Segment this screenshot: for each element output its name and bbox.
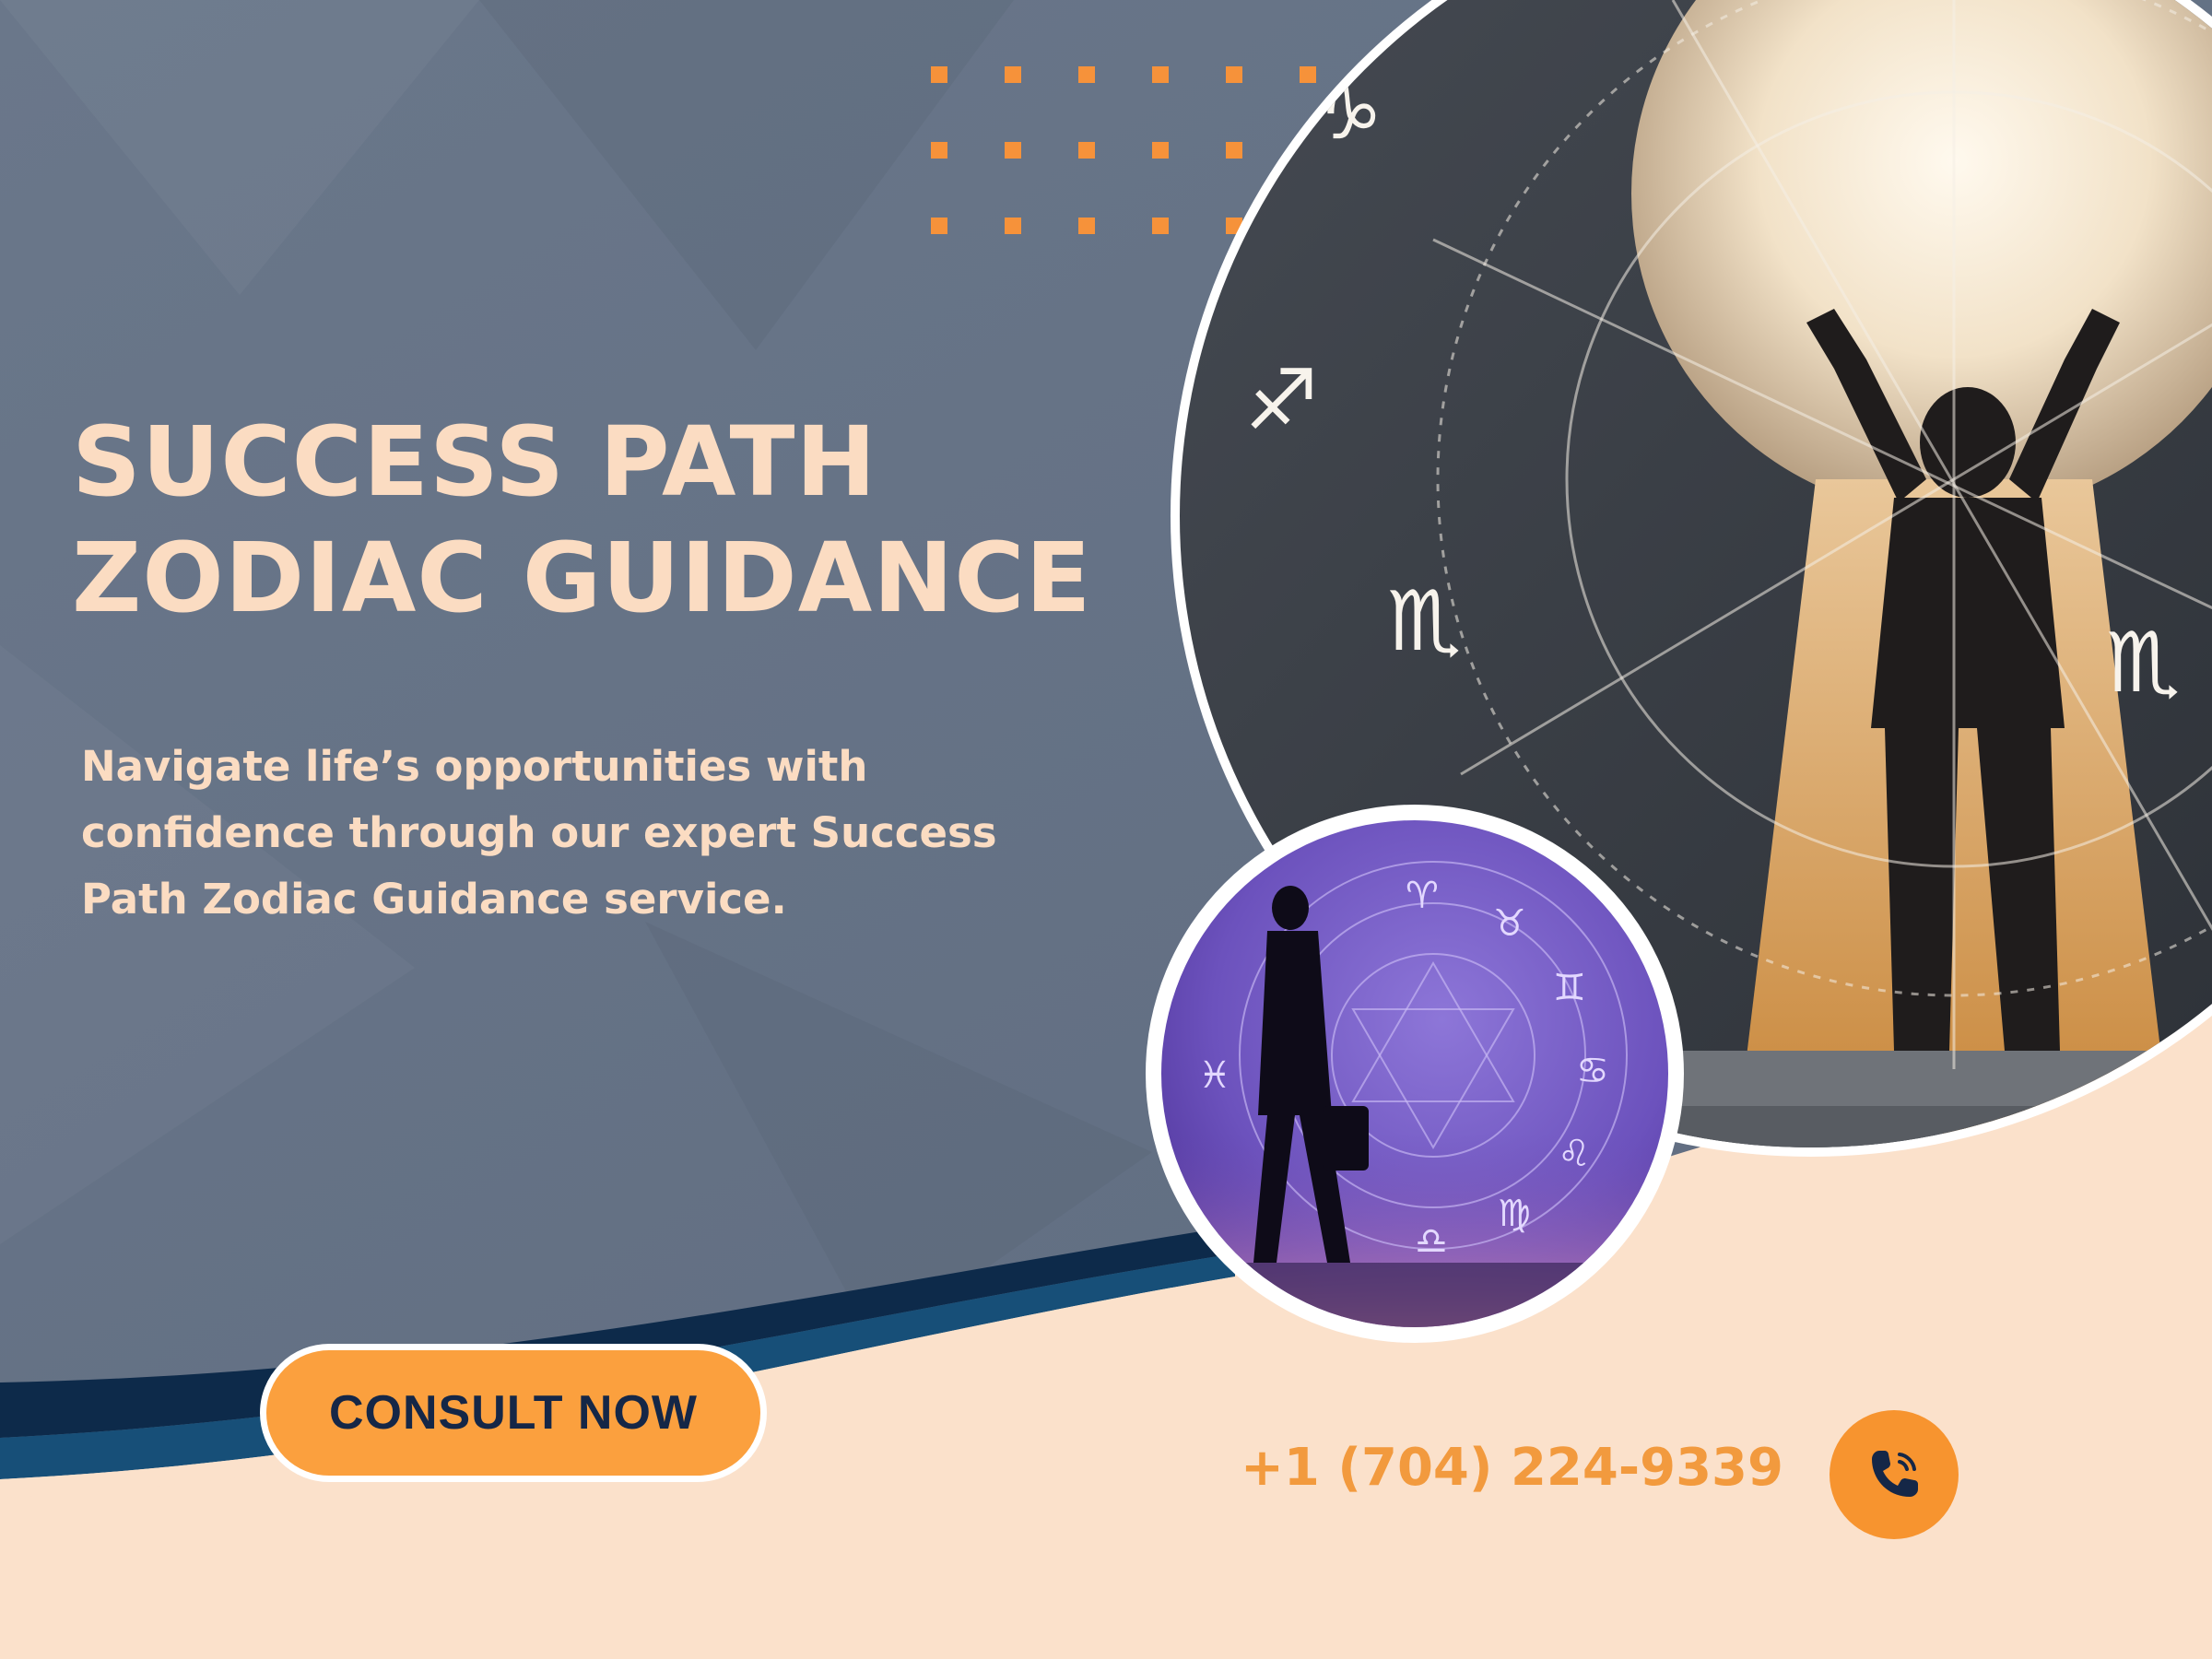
svg-text:♋: ♋ (1576, 1050, 1609, 1092)
svg-text:♊: ♊ (1553, 967, 1586, 1009)
phone-icon (1872, 1451, 1918, 1497)
headline-line-2: ZODIAC GUIDANCE (72, 522, 1092, 634)
svg-text:♌: ♌ (1558, 1133, 1591, 1175)
svg-text:♈: ♈ (1406, 875, 1439, 917)
svg-text:♍: ♍ (1498, 1193, 1531, 1235)
description-text: Navigate life’s opportunities with confi… (81, 742, 997, 924)
headline: SUCCESS PATH ZODIAC GUIDANCE (72, 404, 1092, 636)
banner: ♐ ♏ ♏ ♉ ♑ (0, 0, 2212, 1659)
svg-text:♎: ♎ (1415, 1220, 1448, 1263)
svg-text:♏: ♏ (1387, 573, 1462, 670)
svg-text:♓: ♓ (1198, 1054, 1231, 1097)
headline-line-1: SUCCESS PATH (72, 406, 877, 518)
svg-text:♐: ♐ (1244, 352, 1319, 449)
zodiac-wheel-photo: ♈ ♉ ♊ ♋ ♌ ♍ ♎ ♓ (1146, 805, 1684, 1343)
svg-text:♏: ♏ (2106, 615, 2181, 712)
call-button[interactable] (1830, 1410, 1959, 1539)
consult-now-button[interactable]: CONSULT NOW (260, 1344, 767, 1482)
svg-text:♉: ♉ (1493, 902, 1526, 945)
phone-number-link[interactable]: +1 (704) 224-9339 (1241, 1438, 1783, 1498)
